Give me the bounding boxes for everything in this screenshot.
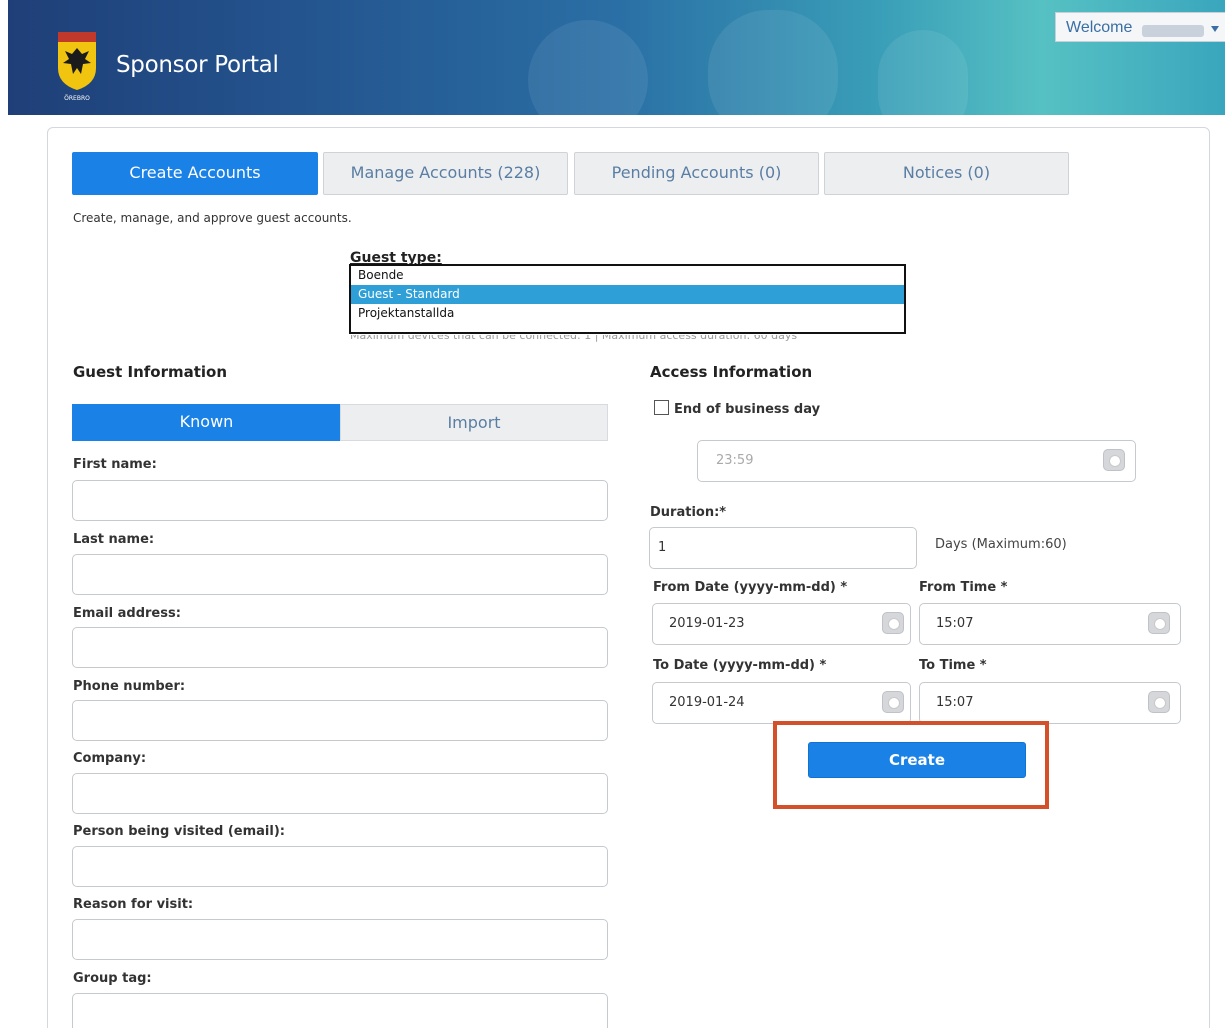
group-tag-field[interactable] <box>72 993 608 1028</box>
header-decoration <box>528 20 648 115</box>
to-date-field[interactable]: 2019-01-24 <box>652 682 911 724</box>
tab-pending-accounts[interactable]: Pending Accounts (0) <box>574 152 819 195</box>
company-field[interactable] <box>72 773 608 814</box>
reason-for-visit-label: Reason for visit: <box>73 897 194 912</box>
phone-number-field[interactable] <box>72 700 608 741</box>
email-address-label: Email address: <box>73 606 181 621</box>
last-name-field[interactable] <box>72 554 608 595</box>
duration-unit-label: Days (Maximum:60) <box>935 537 1067 552</box>
chevron-down-icon <box>1211 26 1219 32</box>
clock-picker-icon[interactable] <box>1148 612 1170 634</box>
clock-picker-icon[interactable] <box>1148 691 1170 713</box>
first-name-field[interactable] <box>72 480 608 521</box>
person-visited-label: Person being visited (email): <box>73 824 285 839</box>
guest-information-heading: Guest Information <box>73 363 228 381</box>
last-name-label: Last name: <box>73 532 155 547</box>
calendar-picker-icon[interactable] <box>882 691 904 713</box>
header-decoration <box>708 10 838 115</box>
end-time-field[interactable]: 23:59 <box>697 440 1136 482</box>
to-time-field[interactable]: 15:07 <box>919 682 1181 724</box>
reason-for-visit-field[interactable] <box>72 919 608 960</box>
tab-create-accounts[interactable]: Create Accounts <box>72 152 318 195</box>
known-toggle-button[interactable]: Known <box>72 404 341 441</box>
calendar-picker-icon[interactable] <box>882 612 904 634</box>
duration-label: Duration:* <box>650 505 727 520</box>
guest-type-hint: Maximum devices that can be connected: 1… <box>350 335 798 342</box>
from-time-label: From Time * <box>919 580 1008 595</box>
tab-manage-accounts[interactable]: Manage Accounts (228) <box>323 152 568 195</box>
from-date-label: From Date (yyyy-mm-dd) * <box>653 580 848 595</box>
guest-type-option[interactable]: Projektanstallda <box>351 304 904 323</box>
guest-type-option[interactable]: Boende <box>351 266 904 285</box>
page-title: Sponsor Portal <box>116 52 279 78</box>
end-of-business-day-label: End of business day <box>674 402 821 417</box>
welcome-label: Welcome <box>1066 19 1133 36</box>
welcome-menu[interactable]: Welcome <box>1055 12 1225 42</box>
logo-caption: ÖREBRO <box>64 95 90 102</box>
guest-type-listbox[interactable]: Boende Guest - Standard Projektanstallda <box>349 264 906 334</box>
from-time-field[interactable]: 15:07 <box>919 603 1181 645</box>
clock-picker-icon[interactable] <box>1103 449 1125 471</box>
group-tag-label: Group tag: <box>73 971 152 986</box>
phone-number-label: Phone number: <box>73 679 186 694</box>
page-subtitle: Create, manage, and approve guest accoun… <box>73 211 352 225</box>
portal-header: ÖREBRO Sponsor Portal Welcome <box>8 0 1225 115</box>
company-label: Company: <box>73 751 147 766</box>
duration-field[interactable]: 1 <box>649 527 917 569</box>
tab-notices[interactable]: Notices (0) <box>824 152 1069 195</box>
from-date-field[interactable]: 2019-01-23 <box>652 603 911 645</box>
city-logo: ÖREBRO <box>58 32 96 102</box>
header-decoration <box>878 30 968 115</box>
first-name-label: First name: <box>73 457 157 472</box>
end-of-business-day-checkbox[interactable] <box>654 400 669 415</box>
redacted-username <box>1142 25 1204 37</box>
to-time-label: To Time * <box>919 658 987 673</box>
email-address-field[interactable] <box>72 627 608 668</box>
annotation-highlight-box <box>773 721 1049 809</box>
guest-type-option-selected[interactable]: Guest - Standard <box>351 285 904 304</box>
to-date-label: To Date (yyyy-mm-dd) * <box>653 658 827 673</box>
import-toggle-button[interactable]: Import <box>340 404 608 441</box>
person-visited-field[interactable] <box>72 846 608 887</box>
access-information-heading: Access Information <box>650 363 813 381</box>
